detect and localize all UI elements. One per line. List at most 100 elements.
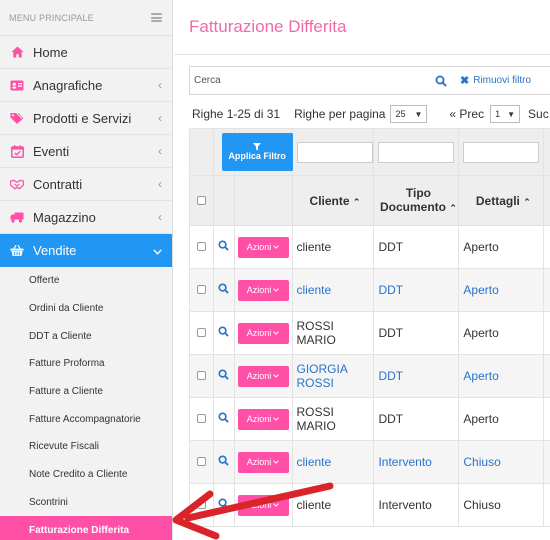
sidebar-header: MENU PRINCIPALE [0,0,172,36]
chevron-down-icon [273,503,280,507]
search-icon[interactable] [428,75,454,87]
actions-button[interactable]: Azioni [237,322,289,344]
row-checkbox[interactable] [196,328,206,337]
sidebar: MENU PRINCIPALE Home Anagrafiche ‹ Prodo… [0,0,173,540]
next-page-link[interactable]: Suc [528,107,549,121]
column-header-cliente[interactable]: Cliente ⌃ [291,175,375,226]
sidebar-item-label: Anagrafiche [33,77,103,93]
sidebar-subitem-note-credito-a-cliente[interactable]: Note Credito a Cliente [0,461,172,489]
table-row[interactable]: Azioni cliente DDT Aperto [189,268,550,312]
handshake-icon [10,177,24,191]
actions-button[interactable]: Azioni [237,451,289,473]
cell-dettagli[interactable]: Aperto [458,268,545,312]
tipo-documento-filter-input[interactable] [378,141,455,163]
column-header-tipo-documento[interactable]: Tipo Documento ⌃ [373,175,460,226]
column-header-dettagli[interactable]: Dettagli ⌃ [458,175,545,226]
sidebar-subitem-scontrini[interactable]: Scontrini [0,489,172,517]
row-checkbox[interactable] [196,285,206,294]
sidebar-subitem-ordini-da-cliente[interactable]: Ordini da Cliente [0,295,172,323]
search-input[interactable]: Cerca [190,75,428,86]
cell-cliente: ROSSI MARIO [291,397,375,441]
pagination-bar: Righe 1-25 di 31 Righe per pagina 25 ▼ «… [192,104,550,124]
sidebar-item-magazzino[interactable]: Magazzino ‹ [0,201,172,234]
remove-filters-button[interactable]: ✖ Rimuovi filtro [460,74,550,87]
sidebar-subitem-fatture-accompagnatorie[interactable]: Fatture Accompagnatorie [0,405,172,433]
cell-tipo-documento[interactable]: DDT [373,268,460,312]
actions-button[interactable]: Azioni [237,494,289,516]
sidebar-item-prodotti-e-servizi[interactable]: Prodotti e Servizi ‹ [0,102,172,135]
actions-label: Azioni [246,414,272,424]
actions-button[interactable]: Azioni [237,236,289,258]
sidebar-item-contratti[interactable]: Contratti ‹ [0,168,172,201]
actions-label: Azioni [246,328,272,338]
page-select[interactable]: 1 ▼ [490,105,521,123]
header-row: Cliente ⌃ Tipo Documento ⌃ Dettagli ⌃ [189,175,550,226]
sidebar-item-eventi[interactable]: Eventi ‹ [0,135,172,168]
sort-asc-icon: ⌃ [449,203,457,213]
remove-filters-label: Rimuovi filtro [473,75,532,86]
table-row[interactable]: Azioni cliente Intervento Chiuso [189,440,550,484]
cell-dettagli: Aperto [458,311,545,355]
truck-icon [10,210,24,224]
sidebar-item-label: Contratti [33,176,83,192]
cell-dettagli: Chiuso [458,483,545,527]
sidebar-item-home[interactable]: Home [0,36,172,69]
sidebar-subitem-fatturazione-differita[interactable]: Fatturazione Differita [0,516,172,540]
actions-label: Azioni [246,371,272,381]
chevron-down-icon [273,460,280,464]
search-icon[interactable] [218,412,229,426]
table-row[interactable]: Azioni GIORGIA ROSSI DDT Aperto [189,354,550,398]
vendite-submenu: Offerte Ordini da Cliente DDT a Cliente … [0,267,172,540]
cell-dettagli[interactable]: Chiuso [458,440,545,484]
page-title: Fatturazione Differita [174,0,550,55]
table-row[interactable]: Azioni ROSSI MARIO DDT Aperto [189,397,550,441]
page-value: 1 [495,109,501,119]
sidebar-subitem-offerte[interactable]: Offerte [0,267,172,295]
dettagli-filter-input[interactable] [463,141,540,163]
row-checkbox[interactable] [196,500,206,509]
results-table: Applica Filtro Cliente ⌃ Tipo Documento … [189,128,550,527]
sidebar-item-anagrafiche[interactable]: Anagrafiche ‹ [0,69,172,102]
search-icon[interactable] [218,498,229,512]
cell-tipo-documento: Intervento [373,483,460,527]
sidebar-subitem-fatture-a-cliente[interactable]: Fatture a Cliente [0,378,172,406]
actions-button[interactable]: Azioni [237,279,289,301]
sidebar-subitem-ricevute-fiscali[interactable]: Ricevute Fiscali [0,433,172,461]
actions-button[interactable]: Azioni [237,365,289,387]
sidebar-subitem-fatture-proforma[interactable]: Fatture Proforma [0,350,172,378]
main-content: Fatturazione Differita Cerca ✖ Rimuovi f… [174,0,550,540]
row-checkbox[interactable] [196,414,206,423]
hamburger-menu-icon[interactable] [151,13,162,22]
filter-row: Applica Filtro [189,128,550,176]
chevron-left-icon: ‹ [158,78,162,92]
cell-dettagli[interactable]: Aperto [458,354,545,398]
search-icon[interactable] [218,283,229,297]
close-icon: ✖ [460,75,470,87]
cliente-filter-input[interactable] [296,141,373,163]
cell-tipo-documento[interactable]: DDT [373,354,460,398]
cell-cliente[interactable]: GIORGIA ROSSI [291,354,375,398]
prev-page-link[interactable]: « Prec [449,107,484,121]
cell-cliente: cliente [291,225,375,269]
cell-cliente[interactable]: cliente [291,268,375,312]
rows-per-page-select[interactable]: 25 ▼ [390,105,428,123]
sidebar-item-vendite[interactable]: Vendite [0,234,172,267]
sidebar-subitem-ddt-a-cliente[interactable]: DDT a Cliente [0,322,172,350]
apply-filter-button[interactable]: Applica Filtro [221,133,293,171]
search-icon[interactable] [218,369,229,383]
table-row[interactable]: Azioni cliente Intervento Chiuso [189,483,550,527]
basket-icon [10,244,24,258]
search-icon[interactable] [218,240,229,254]
row-checkbox[interactable] [196,371,206,380]
row-checkbox[interactable] [196,457,206,466]
search-icon[interactable] [218,326,229,340]
cell-tipo-documento[interactable]: Intervento [373,440,460,484]
row-checkbox[interactable] [196,242,206,251]
select-all-checkbox[interactable] [196,195,206,205]
cell-cliente[interactable]: cliente [291,440,375,484]
search-icon[interactable] [218,455,229,469]
actions-button[interactable]: Azioni [237,408,289,430]
cell-tipo-documento: DDT [373,311,460,355]
table-row[interactable]: Azioni cliente DDT Aperto [189,225,550,269]
table-row[interactable]: Azioni ROSSI MARIO DDT Aperto [189,311,550,355]
